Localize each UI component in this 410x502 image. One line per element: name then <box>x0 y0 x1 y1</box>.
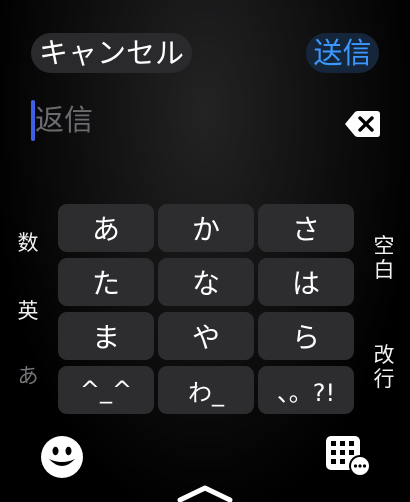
newline-key[interactable]: 改 行 <box>369 343 399 391</box>
key-a[interactable]: あ <box>58 204 154 252</box>
key-wa[interactable]: わ_ <box>158 366 254 414</box>
key-punctuation[interactable]: 、。?! <box>258 366 354 414</box>
keypad-icon[interactable] <box>324 434 372 478</box>
send-button[interactable]: 送信 <box>306 33 379 73</box>
key-kaomoji[interactable]: ^_^ <box>58 366 154 414</box>
numbers-mode-key[interactable]: 数 <box>13 231 43 255</box>
key-ha[interactable]: は <box>258 258 354 306</box>
chevron-up-icon[interactable] <box>176 484 234 502</box>
key-ta[interactable]: た <box>58 258 154 306</box>
watch-keyboard-screen: キャンセル 送信 返信 数 英 あ 空 白 改 行 あ か さ た な は ま … <box>0 0 410 502</box>
key-ra[interactable]: ら <box>258 312 354 360</box>
space-key[interactable]: 空 白 <box>369 234 399 282</box>
kana-keypad: あ か さ た な は ま や ら ^_^ わ_ 、。?! <box>58 204 354 414</box>
key-ya[interactable]: や <box>158 312 254 360</box>
emoji-icon[interactable] <box>40 435 84 479</box>
send-label: 送信 <box>313 36 372 70</box>
reply-input[interactable]: 返信 <box>35 98 93 142</box>
cancel-label: キャンセル <box>38 36 184 70</box>
key-ka[interactable]: か <box>158 204 254 252</box>
key-sa[interactable]: さ <box>258 204 354 252</box>
english-mode-key[interactable]: 英 <box>13 299 43 323</box>
key-na[interactable]: な <box>158 258 254 306</box>
kana-mode-key[interactable]: あ <box>13 364 43 388</box>
key-ma[interactable]: ま <box>58 312 154 360</box>
cancel-button[interactable]: キャンセル <box>31 33 192 73</box>
backspace-icon[interactable] <box>343 110 381 138</box>
